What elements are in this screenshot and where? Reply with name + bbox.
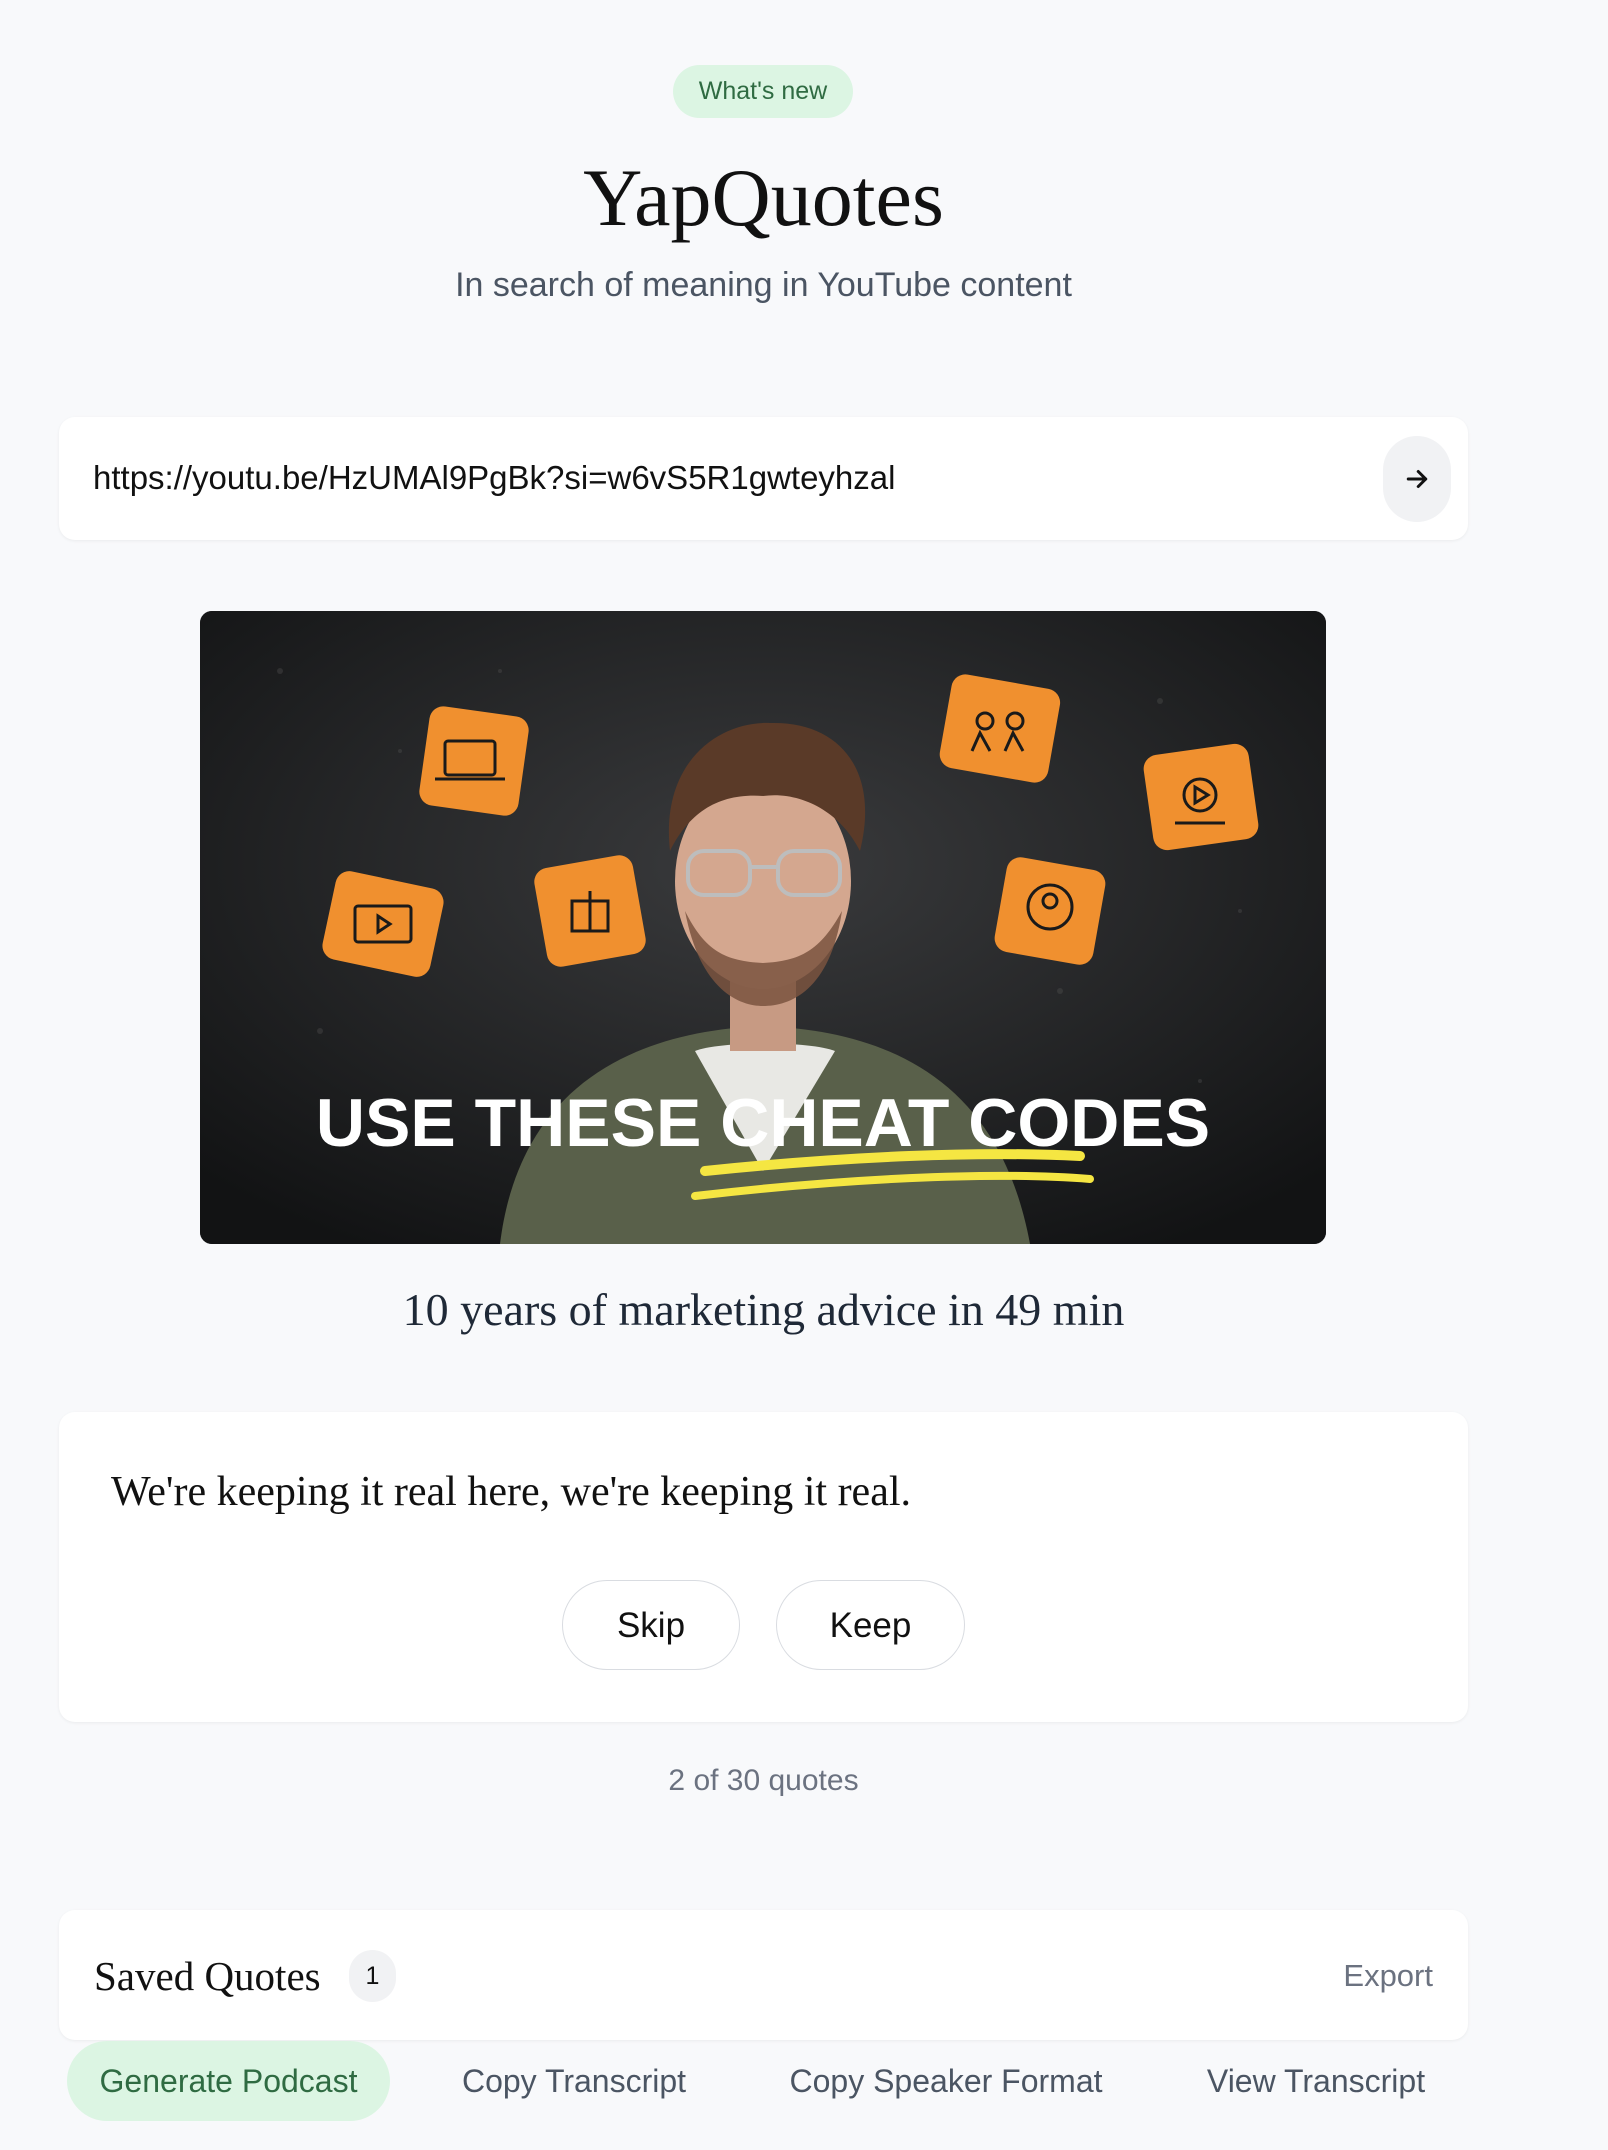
generate-podcast-button[interactable]: Generate Podcast	[67, 2041, 390, 2121]
thumbnail-artwork: USE THESE CHEAT CODES	[200, 611, 1326, 1244]
skip-button[interactable]: Skip	[562, 1580, 740, 1670]
submit-url-button[interactable]	[1383, 436, 1451, 522]
view-transcript-button[interactable]: View Transcript	[1196, 2041, 1436, 2121]
quote-text: We're keeping it real here, we're keepin…	[111, 1469, 912, 1515]
arrow-right-icon	[1406, 470, 1428, 488]
copy-transcript-button[interactable]: Copy Transcript	[440, 2041, 708, 2121]
video-title: 10 years of marketing advice in 49 min	[402, 1284, 1125, 1335]
saved-count-badge: 1	[349, 1950, 396, 2002]
saved-quotes-card: Saved Quotes 1 Export	[59, 1910, 1468, 2040]
app-subtitle: In search of meaning in YouTube content	[455, 266, 1072, 304]
youtube-url-input[interactable]	[93, 447, 1393, 509]
app-title: YapQuotes	[583, 152, 944, 243]
keep-button[interactable]: Keep	[776, 1580, 965, 1670]
thumbnail-text: USE THESE CHEAT CODES	[316, 1085, 1210, 1161]
url-input-card	[59, 417, 1468, 540]
whats-new-badge[interactable]: What's new	[673, 65, 853, 118]
action-row: Generate Podcast Copy Transcript Copy Sp…	[0, 2041, 1608, 2121]
saved-quotes-title: Saved Quotes	[94, 1953, 321, 1999]
copy-speaker-format-button[interactable]: Copy Speaker Format	[780, 2041, 1112, 2121]
video-thumbnail[interactable]: USE THESE CHEAT CODES	[200, 611, 1326, 1244]
export-button[interactable]: Export	[1343, 1954, 1433, 1998]
quote-progress: 2 of 30 quotes	[668, 1764, 859, 1797]
quote-card: We're keeping it real here, we're keepin…	[59, 1412, 1468, 1722]
